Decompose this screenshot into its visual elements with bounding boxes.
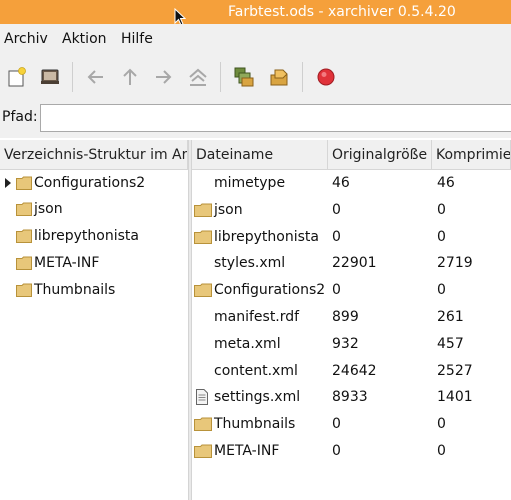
up-icon[interactable] xyxy=(118,65,142,89)
table-row[interactable]: content.xml 24642 2527 xyxy=(192,358,511,384)
content-area: Verzeichnis-Struktur im Archiv Configura… xyxy=(0,140,511,500)
compressed-size: 2719 xyxy=(437,255,473,271)
original-size: 0 xyxy=(332,443,341,459)
compressed-size: 0 xyxy=(437,229,446,245)
file-name: mimetype xyxy=(214,175,286,191)
title-bar: Farbtest.ods - xarchiver 0.5.4.20 xyxy=(0,0,511,24)
toolbar xyxy=(0,54,511,100)
file-name: Configurations2 xyxy=(214,282,326,298)
file-name: Thumbnails xyxy=(214,416,296,432)
file-name: styles.xml xyxy=(214,255,286,271)
compressed-size: 1401 xyxy=(437,389,473,405)
original-size: 0 xyxy=(332,202,341,218)
path-bar: Pfad: xyxy=(0,100,511,138)
table-row[interactable]: Thumbnails 0 0 xyxy=(192,411,511,437)
folder-icon xyxy=(16,176,32,190)
new-archive-icon[interactable] xyxy=(5,65,29,89)
compressed-size: 0 xyxy=(437,416,446,432)
menu-hilfe[interactable]: Hilfe xyxy=(121,31,153,47)
table-row[interactable]: Configurations2 0 0 xyxy=(192,277,511,303)
folder-icon xyxy=(194,230,212,244)
window-title: Farbtest.ods - xarchiver 0.5.4.20 xyxy=(228,4,456,20)
compressed-size: 0 xyxy=(437,443,446,459)
original-size: 899 xyxy=(332,309,359,325)
tree-item-label: Configurations2 xyxy=(34,175,146,191)
table-row[interactable]: meta.xml 932 457 xyxy=(192,331,511,357)
toolbar-separator xyxy=(72,62,73,92)
file-list: Dateiname Originalgröße Komprimiert mime… xyxy=(192,140,511,500)
folder-icon xyxy=(194,283,212,297)
original-size: 8933 xyxy=(332,389,368,405)
table-row[interactable]: styles.xml 22901 2719 xyxy=(192,250,511,276)
column-header-original-size[interactable]: Originalgröße xyxy=(328,140,432,170)
table-row[interactable]: json 0 0 xyxy=(192,197,511,223)
menu-archiv[interactable]: Archiv xyxy=(4,31,48,47)
tree-header[interactable]: Verzeichnis-Struktur im Archiv xyxy=(0,140,188,170)
folder-icon xyxy=(194,203,212,217)
compressed-size: 2527 xyxy=(437,363,473,379)
back-icon[interactable] xyxy=(84,65,108,89)
original-size: 22901 xyxy=(332,255,377,271)
folder-icon xyxy=(16,229,32,243)
table-row[interactable]: librepythonista 0 0 xyxy=(192,224,511,250)
forward-icon[interactable] xyxy=(151,65,175,89)
compressed-size: 261 xyxy=(437,309,464,325)
folder-icon xyxy=(16,283,32,297)
compressed-size: 0 xyxy=(437,282,446,298)
folder-icon xyxy=(194,444,212,458)
tree-item-label: META-INF xyxy=(34,255,100,271)
file-name: meta.xml xyxy=(214,336,281,352)
table-row[interactable]: manifest.rdf 899 261 xyxy=(192,304,511,330)
original-size: 932 xyxy=(332,336,359,352)
extract-icon[interactable] xyxy=(232,65,256,89)
folder-icon xyxy=(16,202,32,216)
table-row[interactable]: settings.xml 8933 1401 xyxy=(192,384,511,410)
home-icon[interactable] xyxy=(186,65,210,89)
expand-arrow-icon[interactable] xyxy=(4,178,12,188)
original-size: 0 xyxy=(332,416,341,432)
path-label: Pfad: xyxy=(2,109,38,125)
table-row[interactable]: META-INF 0 0 xyxy=(192,438,511,464)
toolbar-separator xyxy=(220,62,221,92)
compressed-size: 457 xyxy=(437,336,464,352)
toolbar-separator xyxy=(302,62,303,92)
menu-aktion[interactable]: Aktion xyxy=(62,31,107,47)
original-size: 46 xyxy=(332,175,350,191)
file-name: json xyxy=(214,202,243,218)
file-name: content.xml xyxy=(214,363,298,379)
tree-item-label: Thumbnails xyxy=(34,282,116,298)
file-name: settings.xml xyxy=(214,389,301,405)
compressed-size: 46 xyxy=(437,175,455,191)
column-header-name[interactable]: Dateiname xyxy=(192,140,328,170)
stop-icon[interactable] xyxy=(314,65,338,89)
compressed-size: 0 xyxy=(437,202,446,218)
table-row[interactable]: mimetype 46 46 xyxy=(192,170,511,196)
folder-icon xyxy=(16,256,32,270)
file-name: META-INF xyxy=(214,443,280,459)
file-name: librepythonista xyxy=(214,229,319,245)
folder-icon xyxy=(194,417,212,431)
menu-bar: Archiv Aktion Hilfe xyxy=(0,24,511,54)
tree-item-label: json xyxy=(34,201,63,217)
original-size: 24642 xyxy=(332,363,377,379)
original-size: 0 xyxy=(332,282,341,298)
open-archive-icon[interactable] xyxy=(38,65,62,89)
archive-tree: Verzeichnis-Struktur im Archiv Configura… xyxy=(0,140,188,500)
file-name: manifest.rdf xyxy=(214,309,300,325)
column-header-compressed[interactable]: Komprimiert xyxy=(432,140,511,170)
tree-item-label: librepythonista xyxy=(34,228,139,244)
original-size: 0 xyxy=(332,229,341,245)
add-icon[interactable] xyxy=(268,65,292,89)
path-input[interactable] xyxy=(40,104,511,132)
document-icon xyxy=(196,389,208,405)
